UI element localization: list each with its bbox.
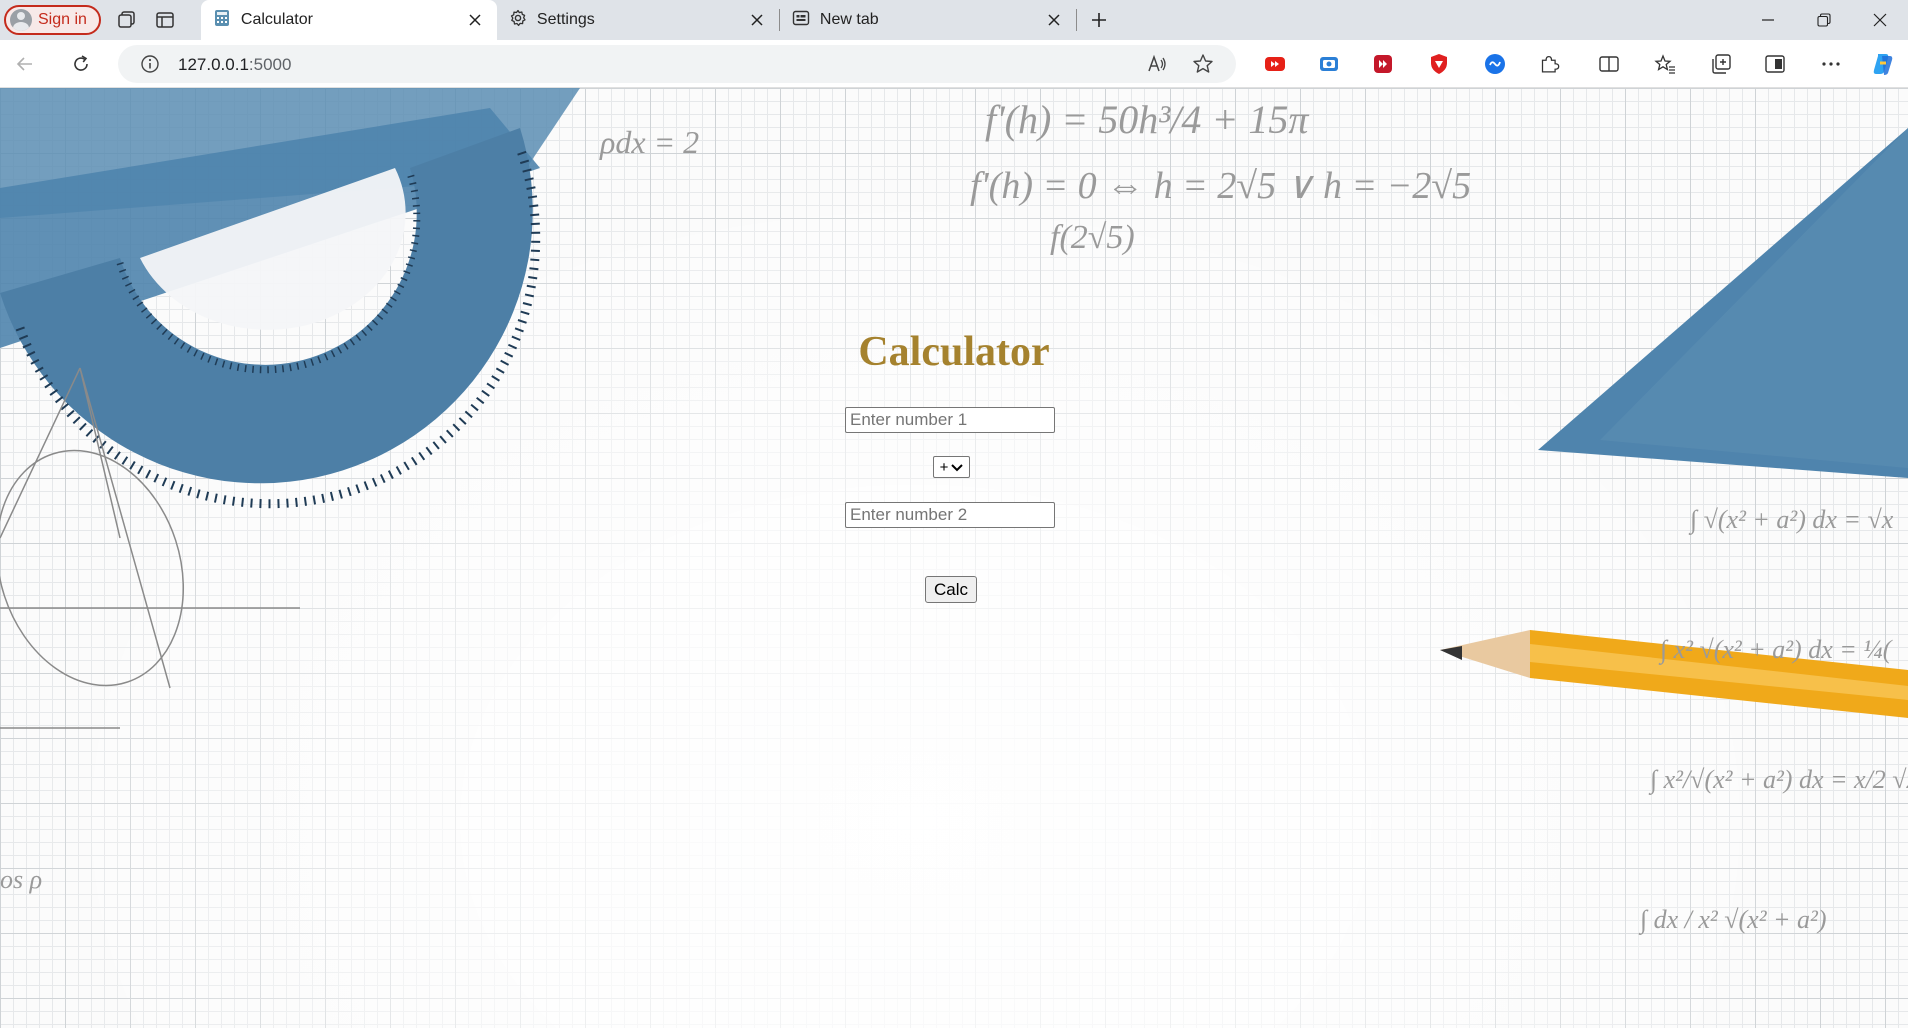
operator-value: + (939, 458, 949, 476)
workspaces-icon[interactable] (109, 4, 145, 36)
split-screen-icon[interactable] (1592, 48, 1626, 80)
address-host: 127.0.0.1 (178, 55, 249, 74)
browser-essentials-icon[interactable] (1758, 48, 1792, 80)
tab-calculator[interactable]: Calculator (200, 0, 497, 40)
svg-text:∫ √(x² + a²) dx = √x: ∫ √(x² + a²) dx = √x (1688, 505, 1894, 535)
newtab-page-icon (792, 9, 810, 32)
number2-input[interactable] (845, 502, 1055, 528)
calculator-favicon-icon (213, 9, 231, 32)
tab-title: Calculator (240, 11, 313, 28)
set-square-graphic (1538, 128, 1908, 478)
profile-avatar-icon (10, 9, 32, 31)
screen-capture-extension-icon[interactable] (1312, 48, 1346, 80)
close-tab-icon[interactable] (465, 10, 485, 30)
minimize-icon[interactable] (1740, 0, 1796, 40)
more-menu-icon[interactable] (1814, 48, 1848, 80)
svg-text:f(2√5): f(2√5) (1050, 219, 1135, 256)
tab-title: New tab (819, 11, 879, 28)
shield-extension-icon[interactable] (1422, 48, 1456, 80)
gear-icon (509, 9, 527, 32)
chevron-down-icon (951, 459, 964, 476)
svg-text:ρdx = 2: ρdx = 2 (599, 124, 699, 160)
svg-text:∫ dx / x² √(x² + a²): ∫ dx / x² √(x² + a²) (1638, 905, 1826, 935)
copilot-icon[interactable] (1866, 48, 1900, 80)
restore-icon[interactable] (1796, 0, 1852, 40)
svg-text:os ρ: os ρ (0, 865, 42, 894)
operator-select[interactable]: + (933, 456, 970, 478)
read-aloud-icon[interactable] (1146, 53, 1168, 80)
page-viewport: f'(h) = 50h³/4 + 15π f'(h) = 0 ⇔ h = 2√5… (0, 88, 1908, 1028)
tab-settings[interactable]: Settings (497, 0, 779, 40)
calc-button[interactable]: Calc (925, 576, 977, 603)
favorite-star-icon[interactable] (1192, 53, 1214, 80)
math-background-illustration: f'(h) = 50h³/4 + 15π f'(h) = 0 ⇔ h = 2√5… (0, 88, 1908, 935)
refresh-icon[interactable] (64, 48, 98, 80)
address-bar[interactable]: 127.0.0.1:5000 (118, 45, 1236, 83)
tab-title: Settings (536, 11, 595, 28)
tab-actions-icon[interactable] (147, 4, 183, 36)
chat-extension-icon[interactable] (1478, 48, 1512, 80)
favorites-icon[interactable] (1648, 48, 1682, 80)
protractor-graphic (0, 88, 580, 509)
address-port: :5000 (248, 55, 292, 74)
close-tab-icon[interactable] (747, 10, 767, 30)
collections-icon[interactable] (1704, 48, 1738, 80)
number1-input[interactable] (845, 407, 1055, 433)
video-speed-extension-icon[interactable] (1366, 48, 1400, 80)
page-title: Calculator (858, 329, 1050, 375)
svg-text:f'(h) = 0 ⇔ h = 2√5 ∨ h = −2√5: f'(h) = 0 ⇔ h = 2√5 ∨ h = −2√5 (970, 165, 1471, 207)
close-tab-icon[interactable] (1044, 10, 1064, 30)
close-window-icon[interactable] (1852, 0, 1908, 40)
sign-in-button[interactable]: Sign in (4, 5, 101, 35)
extensions-puzzle-icon[interactable] (1532, 48, 1566, 80)
tab-new-tab[interactable]: New tab (780, 0, 1076, 40)
svg-text:f'(h) = 50h³/4 + 15π: f'(h) = 50h³/4 + 15π (985, 97, 1309, 142)
back-arrow-icon[interactable] (8, 48, 42, 80)
svg-text:∫ x² √(x² + a²) dx = ¼(: ∫ x² √(x² + a²) dx = ¼( (1658, 635, 1893, 665)
tab-separator (1075, 9, 1077, 31)
address-url: 127.0.0.1:5000 (178, 55, 291, 75)
new-tab-plus-icon[interactable] (1081, 4, 1117, 36)
svg-text:∫ x²/√(x² + a²) dx = x/2 √x²: ∫ x²/√(x² + a²) dx = x/2 √x² (1648, 765, 1908, 795)
tab-strip: Sign in Calculator Settings New tab (0, 0, 1908, 40)
site-info-icon[interactable] (140, 54, 160, 79)
browser-toolbar: 127.0.0.1:5000 (0, 40, 1908, 88)
sign-in-label: Sign in (38, 11, 87, 28)
youtube-extension-icon[interactable] (1258, 48, 1292, 80)
